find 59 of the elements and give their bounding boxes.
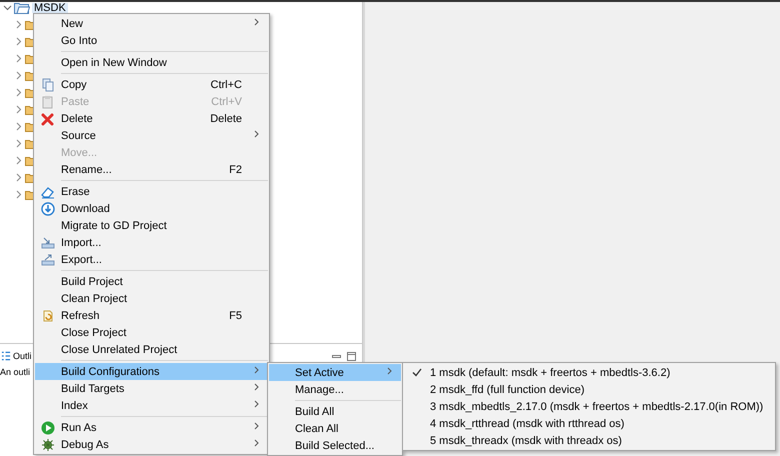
copy-icon [41,78,55,92]
menu-item[interactable]: Delete Delete [35,110,268,127]
outline-message: An outli [0,367,30,377]
expand-chevron-icon[interactable] [3,3,12,12]
menu-item[interactable]: Erase [35,183,268,200]
expand-chevron-icon[interactable] [14,139,23,148]
expand-chevron-icon[interactable] [14,71,23,80]
menu-item[interactable]: Build Project [35,273,268,290]
import-icon [41,236,55,250]
menu-item[interactable]: 3 msdk_mbedtls_2.17.0 (msdk + freertos + mbedtls-2.17.0(in ROM)) [404,398,774,415]
download-icon [41,202,55,216]
expand-chevron-icon[interactable] [14,105,23,114]
expand-chevron-icon[interactable] [14,88,23,97]
menu-item[interactable]: New [35,15,268,32]
menu-item[interactable]: Index [35,397,268,414]
menu-item[interactable]: Build All [269,403,401,420]
tree-item[interactable]: MSDK [32,2,68,12]
menu-item[interactable]: Migrate to GD Project [35,217,268,234]
delete-icon [41,112,55,126]
bug-icon [41,438,55,452]
expand-chevron-icon[interactable] [14,37,23,46]
menu-item[interactable]: Run As [35,419,268,436]
menu-item[interactable]: Debug As [35,436,268,453]
menu-item[interactable]: Source [35,127,268,144]
export-icon [41,252,55,266]
menu-item[interactable]: Manage... [269,381,401,398]
expand-chevron-icon[interactable] [14,173,23,182]
refresh-icon [41,308,55,322]
menu-item[interactable]: Build Selected... [269,437,401,454]
menu-item[interactable]: Build Configurations [35,363,268,380]
menu-item[interactable]: Import... [35,234,268,251]
menu-item[interactable]: Rename... F2 [35,161,268,178]
outline-icon [1,351,11,361]
menu-item[interactable]: Export... [35,251,268,268]
menu-item[interactable]: Close Unrelated Project [35,341,268,358]
menu-item[interactable]: Refresh F5 [35,307,268,324]
menu-item[interactable]: Clean All [269,420,401,437]
run-icon [41,420,55,434]
expand-chevron-icon[interactable] [14,190,23,199]
menu-item[interactable]: 5 msdk_threadx (msdk with threadx os) [404,432,774,449]
menu-item[interactable]: Download [35,200,268,217]
menu-item[interactable]: Set Active [269,364,401,381]
eraser-icon [41,184,55,198]
menu-item[interactable]: Clean Project [35,290,268,307]
menu-item[interactable]: Build Targets [35,380,268,397]
tab-label[interactable]: Outli [13,351,32,361]
menu-item[interactable]: Go Into [35,32,268,49]
expand-chevron-icon[interactable] [14,156,23,165]
expand-chevron-icon[interactable] [14,122,23,131]
menu-item[interactable]: 4 msdk_rtthread (msdk with rtthread os) [404,415,774,432]
expand-chevron-icon[interactable] [14,54,23,63]
paste-icon [41,94,55,108]
menu-item[interactable]: Close Project [35,324,268,341]
maximize-icon[interactable] [347,352,356,360]
menu-item[interactable]: 1 msdk (default: msdk + freertos + mbedtls-3.6.2) [404,364,774,381]
menu-item[interactable]: 2 msdk_ffd (full function device) [404,381,774,398]
menu-item[interactable]: Open in New Window [35,54,268,71]
menu-item[interactable]: Copy Ctrl+C [35,76,268,93]
expand-chevron-icon[interactable] [14,20,23,29]
